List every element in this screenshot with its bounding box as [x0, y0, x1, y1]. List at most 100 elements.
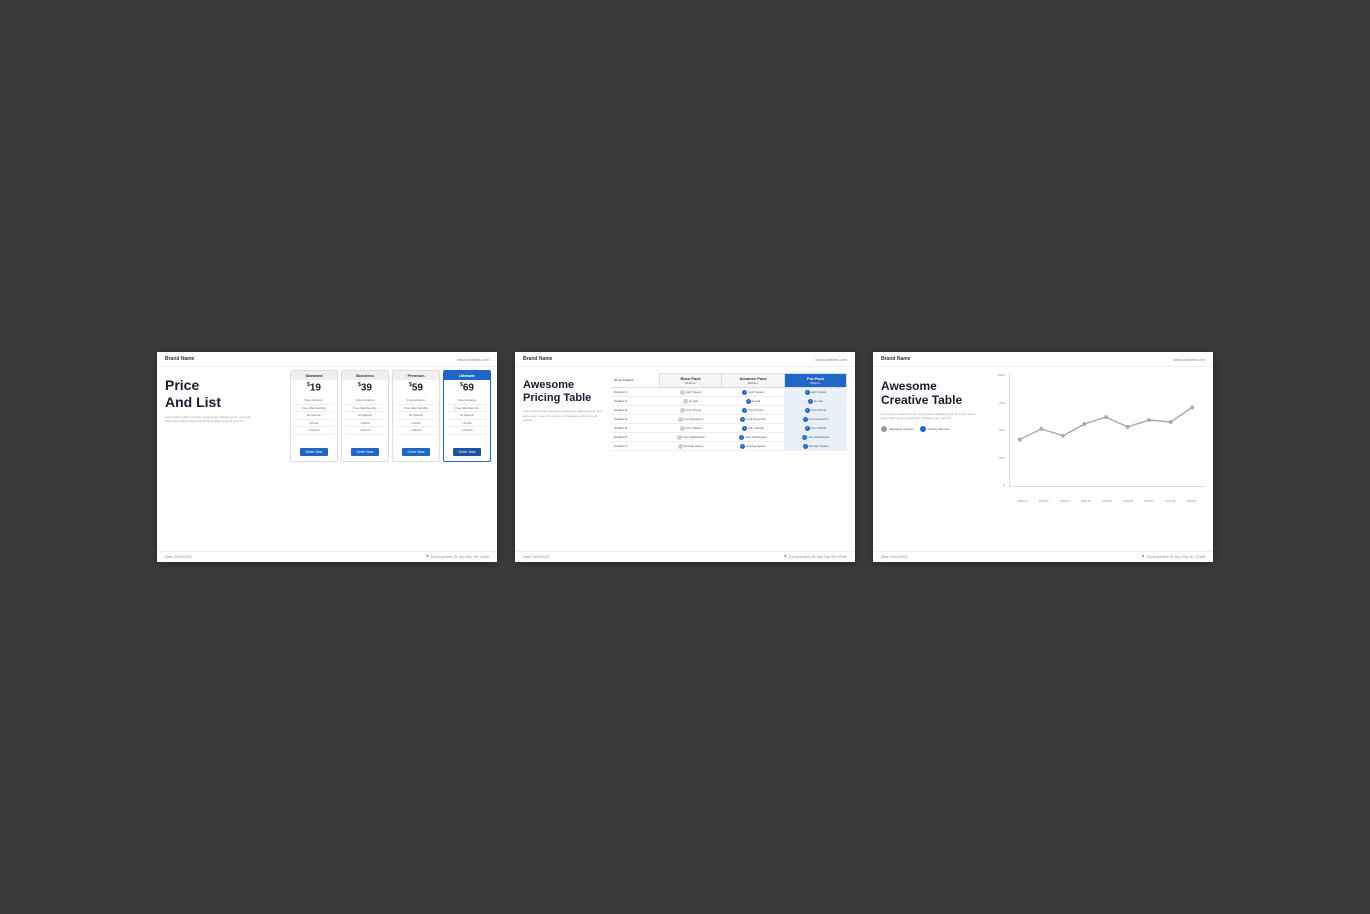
col-price-ultimate: $69 [444, 380, 490, 395]
feature-comparison-table: Some Feature Base Pack $19/mo Advance Pa… [611, 373, 847, 451]
slide1-website: www.website.com [457, 357, 489, 362]
check-icon: ✓ [680, 390, 685, 395]
check-icon: ✓ [678, 417, 683, 422]
order-btn-business[interactable]: Order Now [351, 448, 380, 456]
col-btn-premium[interactable]: Order Now [393, 437, 439, 461]
chart-y-axis: 100% 75% 50% 25% 0 [989, 373, 1007, 487]
chart-x-axis: DATA 01 DATA 02 DATA 03 DATA 04 DATA 05 … [1009, 500, 1205, 503]
slide3-description: Lorem ipsum dolor sit amet, consectetur … [881, 412, 981, 420]
slide2-date: Date: 01/01/2022 [523, 555, 550, 559]
slide-1: Brand Name www.website.com Price And Lis… [157, 352, 497, 562]
check-icon: ✓ [805, 408, 810, 413]
check-icon: ✓ [802, 435, 807, 440]
slide2-content: Awesome Pricing Table Lorem ipsum dolor … [515, 367, 855, 465]
check-icon: ✓ [742, 426, 747, 431]
slide3-address: 📍 100 Anywhere St. Any City, NY 12345 [1141, 555, 1205, 559]
slide2-website: www.website.com [815, 357, 847, 362]
check-icon: ✓ [740, 417, 745, 422]
pricing-col-standard: Standard $19 Free AdvanceFree Membership… [290, 370, 338, 462]
slide3-date: Date: 01/01/2022 [881, 555, 908, 559]
slide3-content: Awesome Creative Table Lorem ipsum dolor… [873, 367, 1213, 517]
slide-2: Brand Name www.website.com Awesome Prici… [515, 352, 855, 562]
slide1-brand: Brand Name [165, 356, 194, 362]
bar-chart: 100% 75% 50% 25% 0 [989, 373, 1205, 503]
advance-pack-header: Advance Pack $39/mo [722, 374, 785, 388]
slide2-address: 📍 100 Anywhere St. Any City, NY 12345 [783, 555, 847, 559]
col-header-business: Business [342, 371, 388, 380]
slide3-chart-area: 100% 75% 50% 25% 0 [989, 373, 1205, 503]
check-icon: ✓ [746, 399, 751, 404]
chart-legend: Managing projects Coding Services [881, 426, 981, 432]
col-features-premium: Free AdvanceFree Membership10 SpeechUnlo… [393, 395, 439, 437]
col-price-standard: $19 [291, 380, 337, 395]
order-btn-ultimate[interactable]: Order Now [453, 448, 482, 456]
slide2-title: Awesome Pricing Table [523, 379, 603, 405]
col-features-business: Free AdvanceFree Membership10 SpeechUnlo… [342, 395, 388, 437]
col-header-standard: Standard [291, 371, 337, 380]
col-price-business: $39 [342, 380, 388, 395]
slide1-header: Brand Name www.website.com [157, 352, 497, 367]
legend-item-gray: Managing projects [881, 426, 914, 432]
slide1-description: Lorem ipsum dolor sit amet, consectetur … [165, 415, 255, 423]
check-icon: ✓ [740, 444, 745, 449]
slide3-website: www.website.com [1173, 357, 1205, 362]
check-icon: ✓ [677, 435, 682, 440]
table-row: Content 5 ✓ Info / Media ✓ Info / Media … [611, 424, 847, 433]
order-btn-standard[interactable]: Order Now [300, 448, 329, 456]
slide2-left-panel: Awesome Pricing Table Lorem ipsum dolor … [523, 373, 603, 451]
slide-3: Brand Name www.website.com Awesome Creat… [873, 352, 1213, 562]
slide3-footer: Date: 01/01/2022 📍 100 Anywhere St. Any … [873, 551, 1213, 562]
table-row: Content 6 ✓ User Dashboard ✓ User Dashbo… [611, 433, 847, 442]
slide3-brand: Brand Name [881, 356, 910, 362]
col-btn-business[interactable]: Order Now [342, 437, 388, 461]
col-btn-ultimate[interactable]: Order Now [444, 437, 490, 461]
chart-bars [1009, 373, 1205, 487]
slide3-left-panel: Awesome Creative Table Lorem ipsum dolor… [881, 373, 981, 503]
pricing-col-premium: Premium $59 Free AdvanceFree Membership1… [392, 370, 440, 462]
slide3-header: Brand Name www.website.com [873, 352, 1213, 367]
slide2-footer: Date: 01/01/2022 📍 100 Anywhere St. Any … [515, 551, 855, 562]
base-pack-header: Base Pack $19/mo [660, 374, 722, 388]
col-features-standard: Free AdvanceFree Membership10 SpeechUnlo… [291, 395, 337, 437]
pricing-col-business: Business $39 Free AdvanceFree Membership… [341, 370, 389, 462]
check-icon: ✓ [805, 426, 810, 431]
legend-dot-blue [920, 426, 926, 432]
check-icon: ✓ [803, 444, 808, 449]
legend-item-blue: Coding Services [920, 426, 950, 432]
slide2-brand: Brand Name [523, 356, 552, 362]
check-icon: ✓ [742, 408, 747, 413]
slide3-title: Awesome Creative Table [881, 379, 981, 408]
col-header-ultimate: Ultimate [444, 371, 490, 380]
check-icon: ✓ [739, 435, 744, 440]
check-icon: ✓ [680, 408, 685, 413]
table-row: Content 7 ✓ Storage Space ✓ Storage Spac… [611, 442, 847, 451]
pricing-col-ultimate: Ultimate $69 Free AdvanceFree Membership… [443, 370, 491, 462]
slides-container: Brand Name www.website.com Price And Lis… [137, 332, 1233, 582]
table-row: Content 2 ✓ E-mail ✓ E-mail ✓ E-mail [611, 397, 847, 406]
check-icon: ✓ [680, 426, 685, 431]
slide1-address: 📍 100 Anywhere St. Any City, NY 12345 [425, 555, 489, 559]
order-btn-premium[interactable]: Order Now [402, 448, 431, 456]
check-icon: ✓ [808, 399, 813, 404]
table-row: Content 1 ✓ High Speed ✓ High Speed ✓ Hi… [611, 388, 847, 397]
slide2-right-panel: Some Feature Base Pack $19/mo Advance Pa… [611, 373, 847, 451]
feature-col-header: Some Feature [611, 374, 660, 388]
pricing-table: Standard $19 Free AdvanceFree Membership… [290, 370, 491, 462]
pro-pack-header: Pro Pack $59/mo [784, 374, 846, 388]
check-icon: ✓ [742, 390, 747, 395]
legend-label-blue: Coding Services [928, 427, 950, 431]
check-icon: ✓ [683, 399, 688, 404]
check-icon: ✓ [803, 417, 808, 422]
slide1-date: Date: 01/01/2022 [165, 555, 192, 559]
col-header-premium: Premium [393, 371, 439, 380]
legend-dot-gray [881, 426, 887, 432]
table-row: Content 4 ✓ Limit Research ✓ Limit Resea… [611, 415, 847, 424]
check-icon: ✓ [678, 444, 683, 449]
slide1-footer: Date: 01/01/2022 📍 100 Anywhere St. Any … [157, 551, 497, 562]
col-price-premium: $59 [393, 380, 439, 395]
col-features-ultimate: Free AdvanceFree Membership10 SpeechUnlo… [444, 395, 490, 437]
slide2-header: Brand Name www.website.com [515, 352, 855, 367]
slide2-description: Lorem ipsum dolor sit amet, consectetur … [523, 409, 603, 422]
check-icon: ✓ [805, 390, 810, 395]
col-btn-standard[interactable]: Order Now [291, 437, 337, 461]
